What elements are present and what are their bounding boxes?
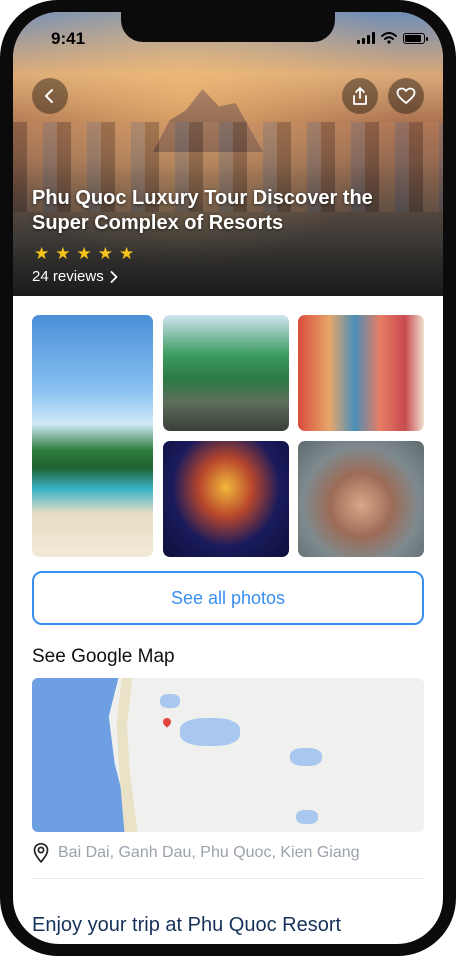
address-row: Bai Dai, Ganh Dau, Phu Quoc, Kien Giang [32,842,360,864]
star-icon: ★ [34,244,50,263]
photo-light-show[interactable] [163,441,289,557]
map-lake [180,718,240,746]
status-bar: 9:41 [13,26,443,52]
star-icon: ★ [76,244,92,263]
back-button[interactable] [32,78,68,114]
photo-castle-complex[interactable] [298,441,424,557]
share-button[interactable] [342,78,378,114]
battery-icon [403,32,428,44]
favorite-button[interactable] [388,78,424,114]
map-lake [290,748,322,766]
map-lake [160,694,180,708]
photo-beach[interactable] [32,315,153,557]
star-icon: ★ [119,244,135,263]
photo-safari[interactable] [163,315,289,431]
back-chevron-icon [45,89,53,103]
heart-icon [396,87,416,104]
photo-gallery [32,315,424,557]
star-icon: ★ [55,244,71,263]
reviews-link[interactable]: 24 reviews [32,268,118,285]
star-icon: ★ [97,244,113,263]
address-text: Bai Dai, Ganh Dau, Phu Quoc, Kien Giang [58,844,360,861]
photo-colorful-buildings[interactable] [298,315,424,431]
map-lake [296,810,318,824]
reviews-label: 24 reviews [32,268,104,285]
phone-frame: 9:41 Phu Quoc Luxury Tour Discover the S… [0,0,456,956]
map-pin-icon [161,716,173,728]
see-all-photos-button[interactable]: See all photos [32,571,424,625]
status-time: 9:41 [51,29,86,48]
google-map[interactable] [32,678,424,832]
cellular-signal-icon [357,32,375,44]
section-divider [32,878,424,879]
wifi-icon [381,32,397,44]
app-screen: 9:41 Phu Quoc Luxury Tour Discover the S… [13,12,443,944]
status-icons [357,32,428,44]
map-sea [32,678,128,832]
map-section-title: See Google Map [32,646,175,667]
tour-title: Phu Quoc Luxury Tour Discover the Super … [32,187,373,234]
enjoy-section-title: Enjoy your trip at Phu Quoc Resort [32,914,342,936]
location-pin-icon [33,842,49,863]
chevron-right-icon [110,270,118,283]
star-rating: ★ ★ ★ ★ ★ [34,245,134,262]
share-icon [353,87,367,105]
